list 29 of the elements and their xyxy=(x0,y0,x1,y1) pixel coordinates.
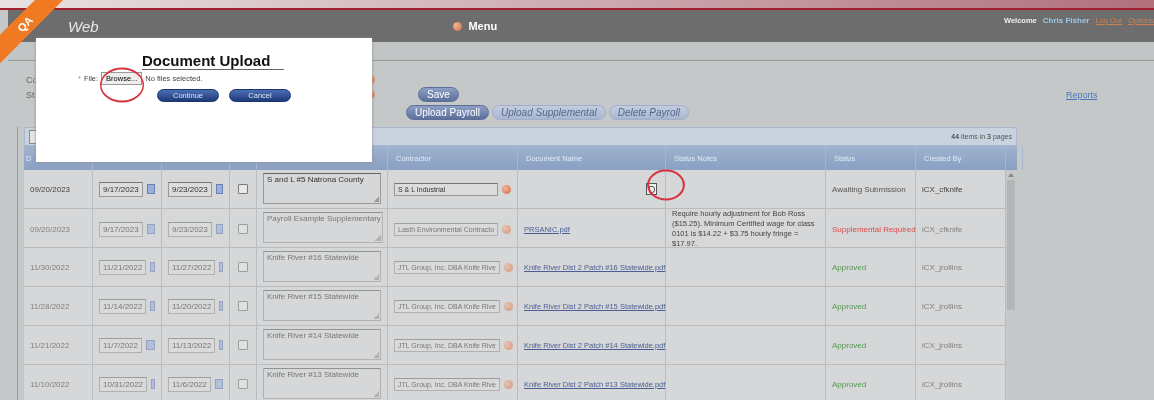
date-cell: 11/10/2022 xyxy=(30,379,70,389)
user-name: Chris Fisher xyxy=(1042,16,1090,25)
date-field[interactable]: 9/17/2023 xyxy=(99,181,143,197)
app-logo: Web xyxy=(68,17,100,35)
date-cell: 09/20/2023 xyxy=(30,184,71,194)
date-cell: 09/20/2023 xyxy=(30,224,71,234)
date-cell: 11/21/2022 xyxy=(30,340,70,350)
field-label: St xyxy=(26,90,35,100)
action-button[interactable]: Upload Payroll xyxy=(406,105,490,120)
status-text: Approved xyxy=(832,301,867,311)
status-text: Supplemental Required xyxy=(832,224,916,234)
created-by-cell: iCX_jrollins xyxy=(922,340,962,350)
created-by-cell: iCX_jrollins xyxy=(922,262,962,272)
status-text: Approved xyxy=(832,340,867,350)
status-text: Approved xyxy=(832,379,867,389)
date-cell: 11/30/2022 xyxy=(30,262,70,272)
description-field[interactable]: S and L #5 Natrona County xyxy=(263,173,381,204)
created-by-cell: iCX_jrollins xyxy=(922,301,962,311)
status-text: Awaiting Submission xyxy=(832,184,906,194)
reports-link[interactable]: Reports xyxy=(1066,61,1098,127)
date-cell: 11/28/2022 xyxy=(30,301,70,311)
dialog-title: Document Upload xyxy=(142,52,285,70)
created-by-cell: iCX_cfknife xyxy=(922,184,963,194)
status-text: Approved xyxy=(832,262,867,272)
date-field[interactable]: 9/23/2023 xyxy=(168,181,212,197)
save-button[interactable]: Save xyxy=(418,87,459,102)
menu-link[interactable]: Menu xyxy=(468,20,498,32)
created-by-cell: iCX_jrollins xyxy=(922,379,962,389)
created-by-cell: iCX_cfknife xyxy=(922,224,963,234)
